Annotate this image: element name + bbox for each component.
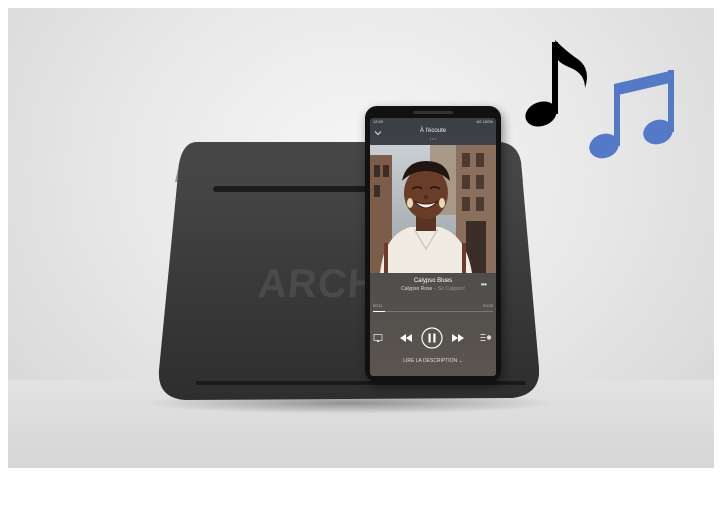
time-total: 03:29 xyxy=(482,303,493,308)
now-playing-subtitle: • • • xyxy=(429,136,437,141)
beamed-notes-icon xyxy=(589,70,674,159)
rewind-icon[interactable] xyxy=(399,332,413,344)
chevron-down-icon: ⌄ xyxy=(458,358,463,364)
music-note-icon xyxy=(525,40,587,127)
speaker-top-slot xyxy=(213,186,373,192)
track-artist: Calypso Rose – So Calypso! xyxy=(370,286,496,292)
music-note-flag xyxy=(555,40,587,88)
pause-icon[interactable] xyxy=(421,327,443,349)
phone-earpiece xyxy=(413,111,453,114)
cast-icon[interactable] xyxy=(373,333,383,343)
speaker-brand-logo: ARCH xyxy=(256,262,380,306)
progress-bar[interactable] xyxy=(373,311,493,312)
time-elapsed: 00:11 xyxy=(373,303,383,308)
artist-name: Calypso Rose xyxy=(401,286,433,292)
beamed-note-beam xyxy=(614,70,674,96)
status-time: 12:00 xyxy=(373,119,384,124)
more-icon[interactable]: ••• xyxy=(481,280,487,289)
progress-fill xyxy=(373,311,385,312)
queue-icon[interactable] xyxy=(480,333,492,343)
status-bar: 12:00 4G 100% xyxy=(370,118,496,126)
fast-forward-icon[interactable] xyxy=(451,332,465,344)
status-indicators: 4G 100% xyxy=(476,119,493,124)
now-playing-title: À l'écoute xyxy=(419,128,447,134)
read-description-link[interactable]: LIRE LA DESCRIPTION ⌄ xyxy=(370,358,496,364)
phone-screen: 12:00 4G 100% À l'écoute • • • Calypso B… xyxy=(370,118,496,376)
read-description-label: LIRE LA DESCRIPTION xyxy=(403,358,458,364)
track-title: Calypso Blues xyxy=(413,278,453,284)
album-name: – So Calypso! xyxy=(433,286,465,292)
album-art xyxy=(370,145,496,273)
smartphone: 12:00 4G 100% À l'écoute • • • Calypso B… xyxy=(365,106,501,382)
